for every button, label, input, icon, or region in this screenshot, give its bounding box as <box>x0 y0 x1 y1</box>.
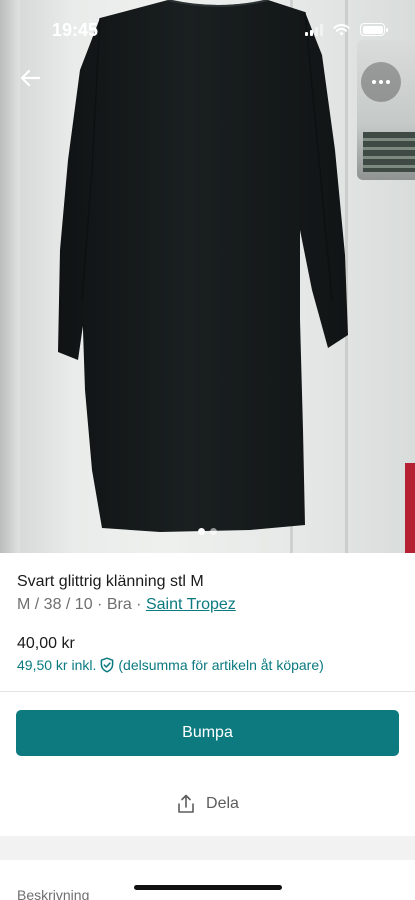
status-time: 19:45 <box>52 20 99 40</box>
share-icon <box>178 794 194 813</box>
item-title: Svart glittrig klänning stl M <box>17 573 204 590</box>
section-separator <box>0 836 415 860</box>
item-price: 40,00 kr <box>17 635 75 652</box>
bump-button[interactable]: Bumpa <box>16 710 399 756</box>
product-photo[interactable]: 19:45 <box>0 0 415 553</box>
more-options-button[interactable] <box>361 62 401 102</box>
gallery-pagination <box>0 528 415 535</box>
item-attributes-text: M / 38 / 10 · Bra · <box>17 596 146 613</box>
more-options-icon <box>372 80 376 84</box>
pagination-dot[interactable] <box>210 528 217 535</box>
battery-icon <box>360 23 388 36</box>
dress-image <box>58 0 348 532</box>
signal-icon <box>305 23 323 36</box>
status-icons <box>305 23 388 36</box>
divider <box>0 691 415 692</box>
brand-link[interactable]: Saint Tropez <box>146 596 236 613</box>
item-attributes: M / 38 / 10 · Bra · Saint Tropez <box>17 596 236 614</box>
shield-check-icon <box>99 657 115 673</box>
buyer-price-amount: 49,50 kr inkl. <box>17 657 97 673</box>
share-button[interactable]: Dela <box>0 794 415 814</box>
buyer-price-info[interactable]: 49,50 kr inkl. (delsumma för artikeln åt… <box>17 657 324 673</box>
share-label: Dela <box>206 795 239 812</box>
status-bar: 19:45 <box>0 0 415 60</box>
back-arrow-icon <box>20 69 40 87</box>
home-indicator[interactable] <box>134 885 282 890</box>
wifi-icon <box>333 23 350 35</box>
description-heading: Beskrivning <box>17 887 90 900</box>
back-button[interactable] <box>16 64 44 92</box>
buyer-price-note: (delsumma för artikeln åt köpare) <box>118 657 324 673</box>
pagination-dot-active[interactable] <box>198 528 205 535</box>
